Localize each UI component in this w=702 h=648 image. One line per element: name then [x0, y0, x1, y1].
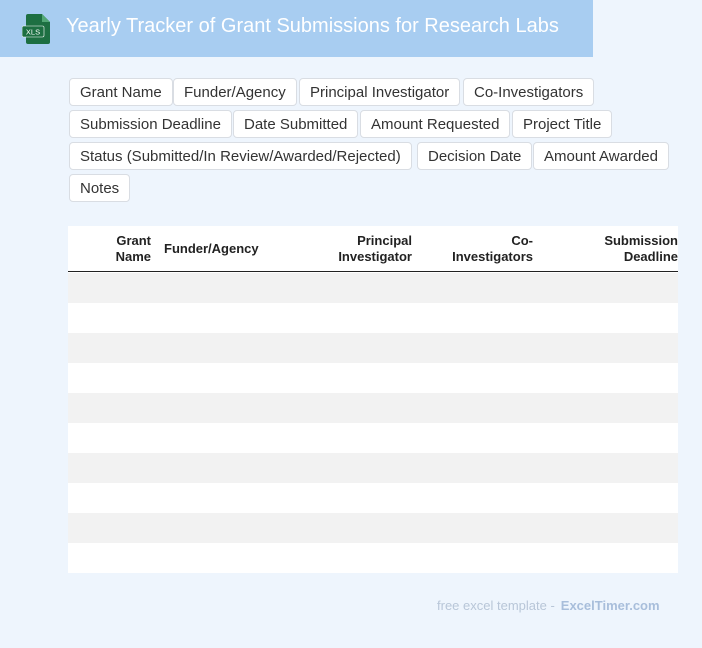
table-row[interactable] [68, 393, 678, 423]
table-row[interactable] [68, 453, 678, 483]
table-row[interactable] [68, 303, 678, 333]
xls-file-icon: XLS [22, 14, 50, 44]
column-header-principal-investigator: Principal Investigator [338, 233, 412, 264]
table-header: Grant Name Funder/Agency Principal Investi… [68, 226, 678, 272]
page-title: Yearly Tracker of Grant Submissions for … [66, 15, 559, 37]
field-tag-co-investigators[interactable]: Co-Investigators [463, 78, 595, 106]
column-header-grant-name: Grant Name [115, 233, 151, 264]
field-tag-funder-agency[interactable]: Funder/Agency [173, 78, 297, 106]
table-row[interactable] [68, 363, 678, 393]
footer: free excel template - ExcelTimer.com [437, 598, 660, 613]
footer-brand-link[interactable]: ExcelTimer.com [561, 598, 660, 613]
footer-text: free excel template - [437, 598, 555, 613]
title-bar: XLS Yearly Tracker of Grant Submissions … [0, 0, 593, 57]
field-tag-principal-investigator[interactable]: Principal Investigator [299, 78, 461, 106]
column-header-funder-agency: Funder/Agency [164, 241, 259, 256]
table-row[interactable] [68, 483, 678, 513]
field-tag-status[interactable]: Status (Submitted/In Review/Awarded/Reje… [69, 142, 412, 170]
svg-text:XLS: XLS [26, 28, 40, 37]
column-header-submission-deadline: Submission Deadline [604, 233, 678, 264]
field-tag-submission-deadline[interactable]: Submission Deadline [69, 110, 232, 138]
field-tag-amount-requested[interactable]: Amount Requested [360, 110, 511, 138]
field-tag-grant-name[interactable]: Grant Name [69, 78, 173, 106]
table-row[interactable] [68, 513, 678, 543]
field-tag-amount-awarded[interactable]: Amount Awarded [533, 142, 669, 170]
table-row[interactable] [68, 273, 678, 303]
column-header-co-investigators: Co- Investigators [452, 233, 533, 264]
field-tag-project-title[interactable]: Project Title [512, 110, 613, 138]
field-tag-date-submitted[interactable]: Date Submitted [233, 110, 359, 138]
tracker-table: Grant Name Funder/Agency Principal Investi… [68, 226, 678, 573]
table-row[interactable] [68, 423, 678, 453]
field-tag-notes[interactable]: Notes [69, 174, 131, 202]
field-tag-decision-date[interactable]: Decision Date [417, 142, 533, 170]
table-row[interactable] [68, 333, 678, 363]
table-row[interactable] [68, 543, 678, 573]
